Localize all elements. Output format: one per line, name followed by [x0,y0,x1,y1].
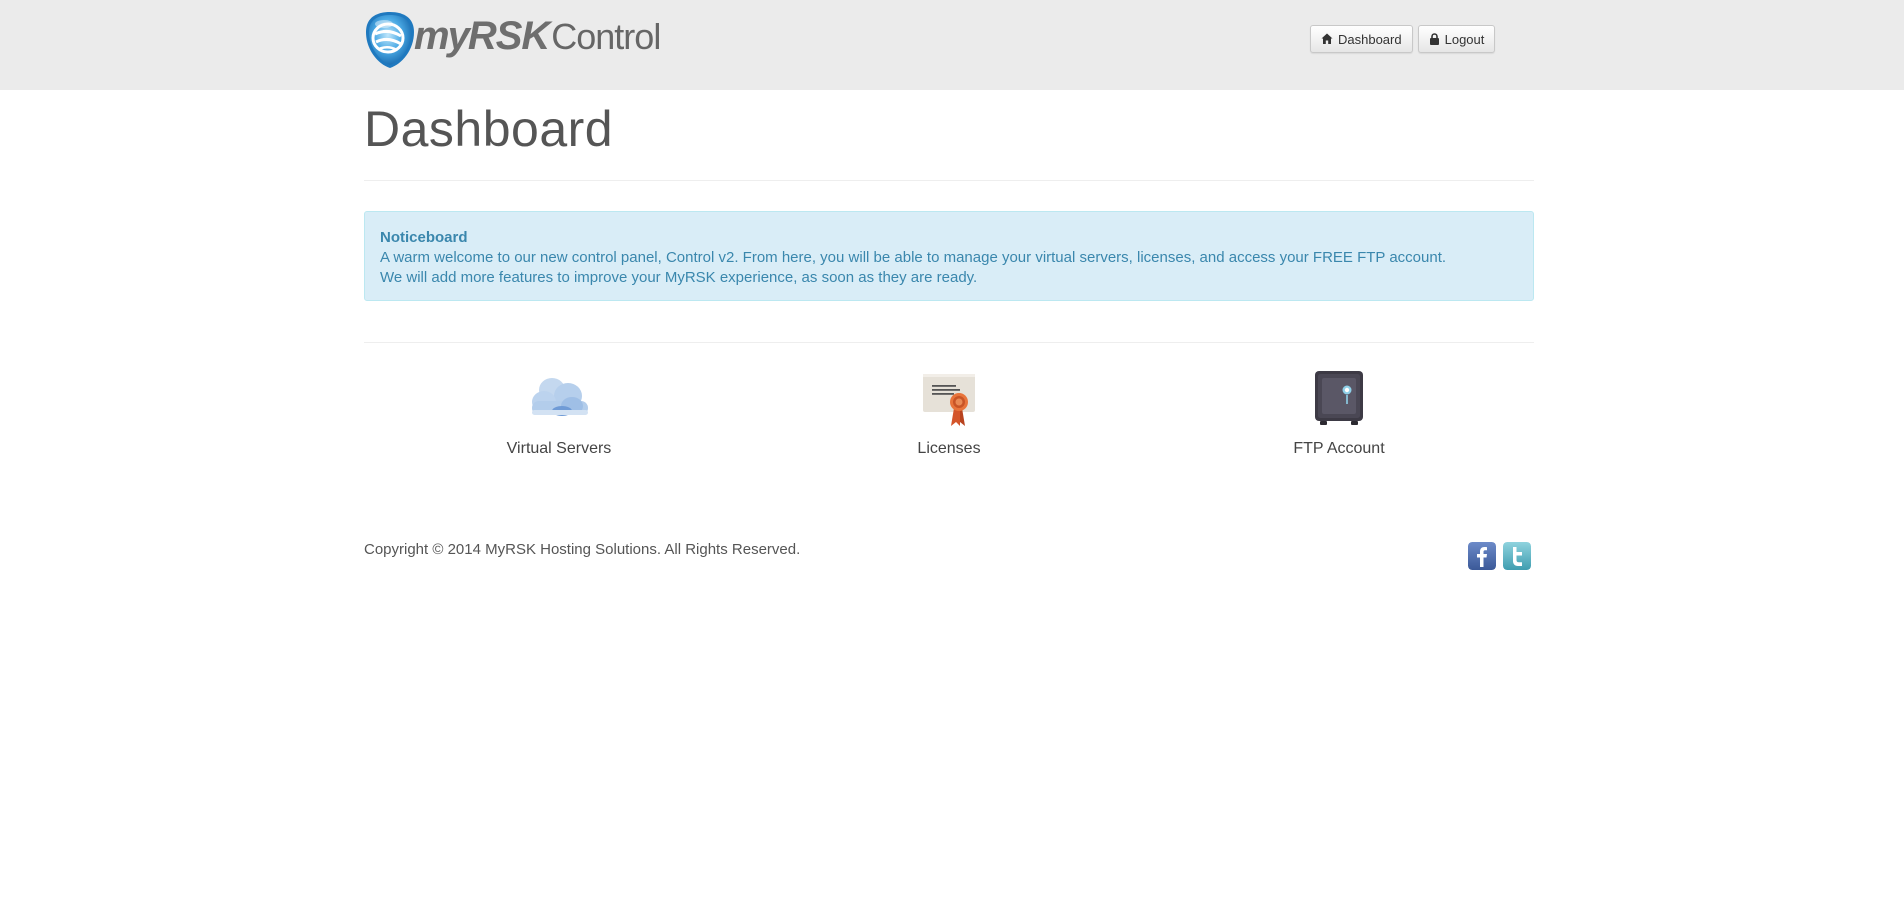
section-divider [364,342,1534,343]
feature-links: Virtual Servers Licenses FTP Account [364,368,1534,478]
licenses-label: Licenses [917,440,981,457]
facebook-icon[interactable] [1468,542,1496,570]
top-nav: Dashboard Logout [1310,25,1496,53]
logo-rsk-text: RSK [467,14,550,58]
top-bar [0,0,1904,90]
page-title: Dashboard [364,101,614,157]
title-divider [364,180,1534,181]
noticeboard-line: A warm welcome to our new control panel,… [380,249,1447,266]
ftp-account-label: FTP Account [1293,440,1385,457]
certificate-icon [923,374,975,426]
social-links [1468,542,1531,570]
licenses-link[interactable]: Licenses [754,368,1144,478]
noticeboard-title: Noticeboard [380,229,468,246]
twitter-icon[interactable] [1503,542,1531,570]
ftp-account-link[interactable]: FTP Account [1144,368,1534,478]
dashboard-button[interactable]: Dashboard [1310,25,1413,53]
logo-wordmark: myRSKControl [414,14,661,58]
myrsk-control-logo[interactable]: myRSKControl [364,8,661,74]
home-icon [1321,33,1333,44]
noticeboard-alert: Noticeboard A warm welcome to our new co… [364,211,1534,301]
logo-globe-icon [366,12,414,68]
virtual-servers-label: Virtual Servers [506,440,612,457]
logo-my-text: my [414,14,470,58]
dashboard-button-label: Dashboard [1338,31,1402,47]
lock-icon [1429,33,1439,45]
logout-button-label: Logout [1444,31,1485,47]
logout-button[interactable]: Logout [1417,25,1496,53]
cloud-icon [532,378,588,416]
copyright-text: Copyright © 2014 MyRSK Hosting Solutions… [364,541,801,558]
safe-icon [1315,371,1363,425]
logo-control-text: Control [551,16,661,57]
noticeboard-line: We will add more features to improve you… [380,269,978,286]
virtual-servers-link[interactable]: Virtual Servers [364,368,754,478]
